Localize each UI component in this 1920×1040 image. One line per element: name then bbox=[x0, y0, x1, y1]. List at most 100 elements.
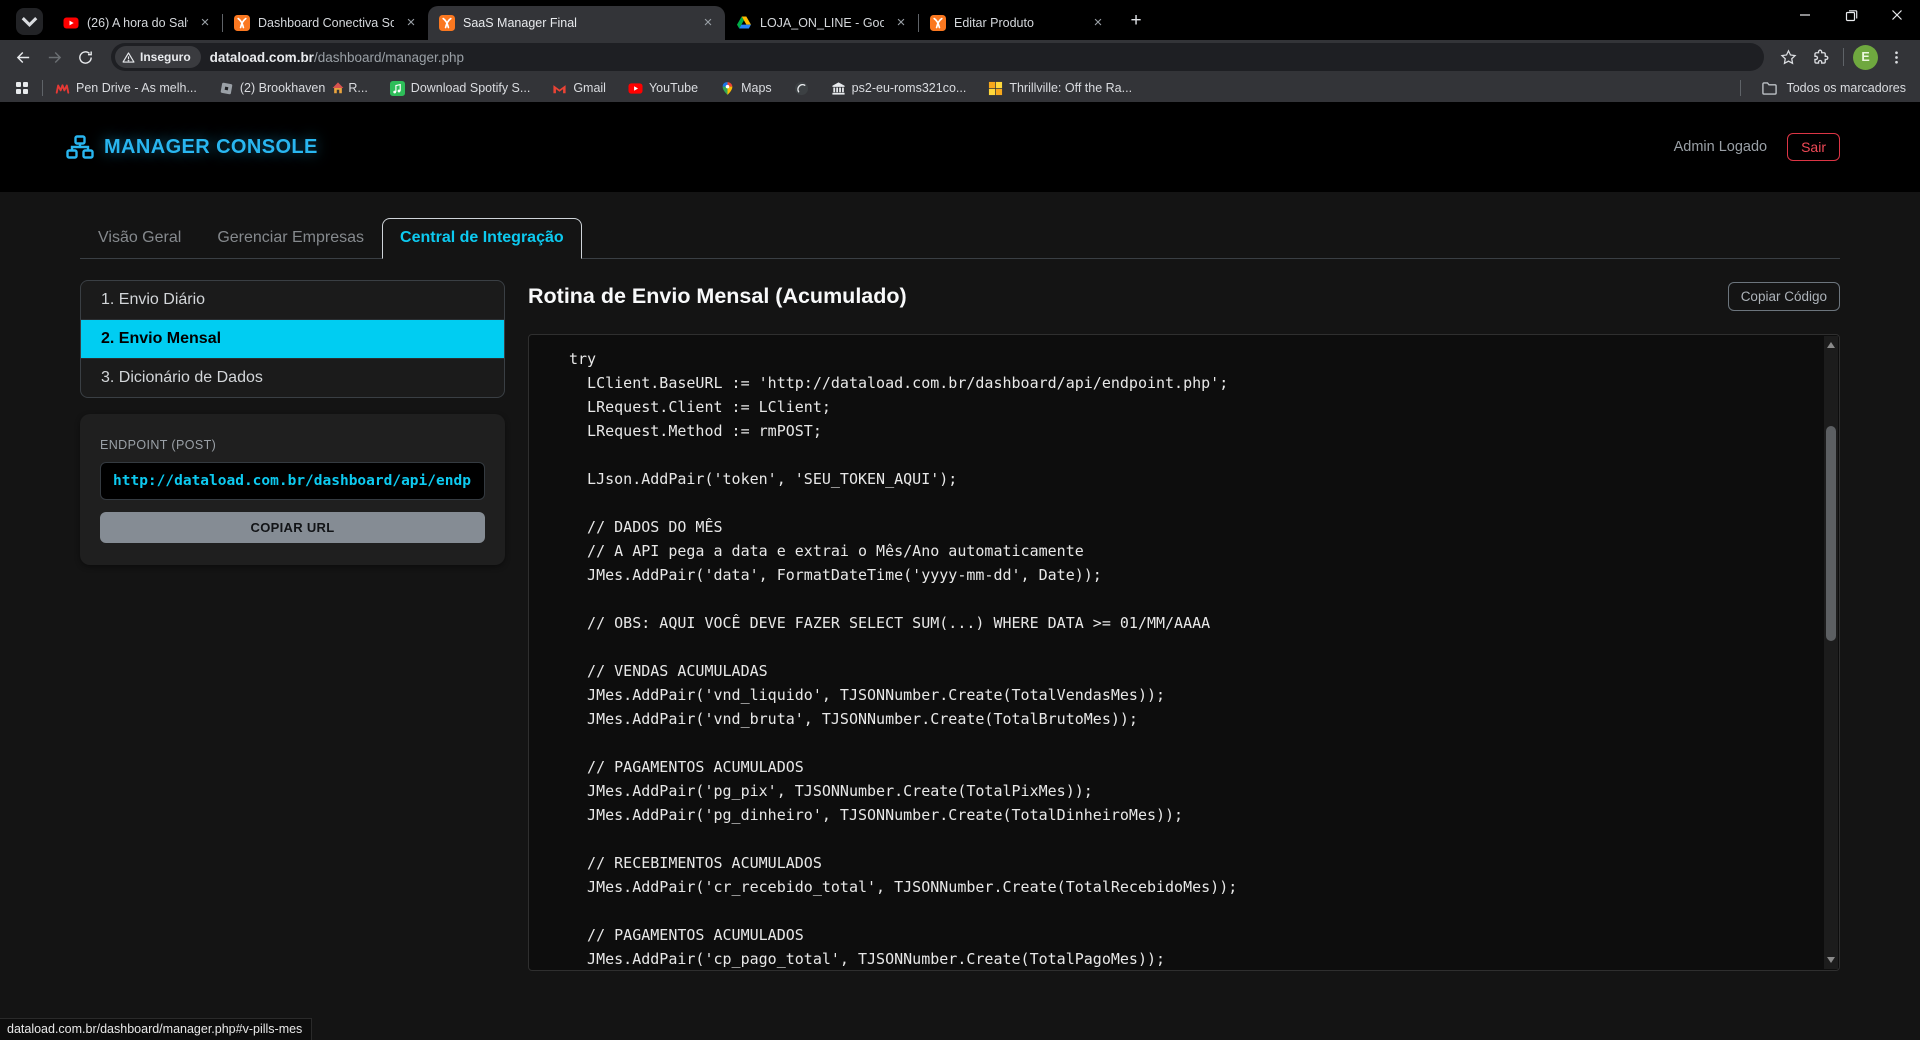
scrollbar-thumb[interactable] bbox=[1826, 426, 1836, 641]
kebab-menu-icon bbox=[1887, 48, 1906, 67]
xampp-icon bbox=[439, 15, 455, 31]
bookmark-item[interactable]: Thrillville: Off the Ra... bbox=[988, 81, 1132, 96]
back-button[interactable] bbox=[10, 44, 37, 71]
forward-button[interactable] bbox=[41, 44, 68, 71]
tab-central-integracao[interactable]: Central de Integração bbox=[382, 218, 582, 259]
restore-button[interactable] bbox=[1828, 0, 1874, 30]
house-icon bbox=[331, 81, 345, 95]
bookmark-item[interactable] bbox=[794, 81, 809, 96]
code-scrollbar[interactable] bbox=[1824, 336, 1838, 969]
close-icon bbox=[1891, 9, 1903, 21]
bookmark-label: Thrillville: Off the Ra... bbox=[1009, 81, 1132, 95]
page-content: MANAGER CONSOLE Admin Logado Sair Visão … bbox=[0, 102, 1920, 1040]
scroll-up-arrow-icon[interactable] bbox=[1824, 338, 1838, 352]
tab-title: Editar Produto bbox=[954, 16, 1081, 30]
bookmark-item[interactable]: Maps bbox=[720, 81, 772, 96]
tab-close-icon[interactable]: × bbox=[402, 14, 420, 32]
globe-icon bbox=[794, 81, 809, 96]
tab-close-icon[interactable]: × bbox=[892, 14, 910, 32]
tab-search-button[interactable] bbox=[16, 8, 43, 35]
minimize-button[interactable] bbox=[1782, 0, 1828, 30]
integration-menu: 1. Envio Diário2. Envio Mensal3. Dicioná… bbox=[80, 280, 505, 398]
window-controls bbox=[1782, 0, 1920, 30]
user-status: Admin Logado bbox=[1674, 139, 1768, 155]
bookmark-item[interactable]: Pen Drive - As melh... bbox=[55, 81, 197, 96]
browser-titlebar: (26) A hora do Salvador / Voz d×Dashboar… bbox=[0, 0, 1920, 40]
star-icon bbox=[1779, 48, 1798, 67]
code-block: try LClient.BaseURL := 'http://dataload.… bbox=[528, 334, 1840, 971]
tab-title: Dashboard Conectiva Software bbox=[258, 16, 394, 30]
scroll-down-arrow-icon[interactable] bbox=[1824, 953, 1838, 967]
puzzle-icon bbox=[1811, 48, 1830, 67]
maps-icon bbox=[720, 81, 735, 96]
tab-close-icon[interactable]: × bbox=[699, 14, 717, 32]
bookmark-label: (2) Brookhaven bbox=[240, 81, 325, 95]
browser-tab[interactable]: Dashboard Conectiva Software × bbox=[223, 6, 428, 40]
browser-tab[interactable]: Editar Produto × bbox=[919, 6, 1115, 40]
drive-icon bbox=[736, 15, 752, 31]
profile-avatar[interactable]: E bbox=[1853, 45, 1878, 70]
bookmark-item[interactable]: (2) Brookhaven R... bbox=[219, 81, 368, 96]
all-bookmarks[interactable]: Todos os marcadores bbox=[1740, 80, 1906, 97]
browser-tab[interactable]: SaaS Manager Final × bbox=[428, 6, 725, 40]
chevron-down-icon bbox=[16, 8, 43, 35]
gmail-icon bbox=[552, 81, 567, 96]
apps-grid-icon bbox=[14, 80, 30, 96]
address-bar[interactable]: Inseguro dataload.com.br/dashboard/manag… bbox=[111, 43, 1764, 71]
pendrive-m-icon bbox=[55, 81, 70, 96]
browser-menu-button[interactable] bbox=[1882, 43, 1910, 71]
security-label: Inseguro bbox=[140, 50, 191, 64]
spotify-note-icon bbox=[390, 81, 405, 96]
bookmark-star-button[interactable] bbox=[1774, 43, 1802, 71]
copy-url-button[interactable]: COPIAR URL bbox=[100, 512, 485, 543]
endpoint-label: ENDPOINT (POST) bbox=[100, 438, 485, 452]
bookmarks-divider bbox=[42, 80, 43, 96]
bookmark-label: Maps bbox=[741, 81, 772, 95]
all-bookmarks-label: Todos os marcadores bbox=[1786, 81, 1906, 95]
pill-item[interactable]: 3. Dicionário de Dados bbox=[81, 359, 504, 397]
bookmark-item[interactable]: Download Spotify S... bbox=[390, 81, 531, 96]
forward-arrow-icon bbox=[46, 49, 63, 66]
url-text: dataload.com.br/dashboard/manager.php bbox=[210, 50, 464, 65]
xampp-icon bbox=[930, 15, 946, 31]
bookmarks-divider bbox=[1740, 80, 1741, 96]
tab-close-icon[interactable]: × bbox=[1089, 14, 1107, 32]
minimize-icon bbox=[1799, 9, 1811, 21]
toolbar-divider bbox=[1843, 48, 1844, 66]
new-tab-button[interactable]: + bbox=[1122, 7, 1150, 35]
status-bar: dataload.com.br/dashboard/manager.php#v-… bbox=[0, 1018, 312, 1040]
reload-button[interactable] bbox=[72, 44, 99, 71]
restore-icon bbox=[1845, 9, 1858, 22]
tab-close-icon[interactable]: × bbox=[196, 14, 214, 32]
bookmark-label: Pen Drive - As melh... bbox=[76, 81, 197, 95]
bookmark-label-suffix: R... bbox=[348, 81, 367, 95]
copy-code-button[interactable]: Copiar Código bbox=[1728, 282, 1840, 311]
warning-icon bbox=[122, 51, 135, 64]
browser-tab[interactable]: LOJA_ON_LINE - Google Drive× bbox=[725, 6, 918, 40]
app-brand[interactable]: MANAGER CONSOLE bbox=[66, 135, 318, 159]
browser-tab[interactable]: (26) A hora do Salvador / Voz d× bbox=[52, 6, 222, 40]
security-chip[interactable]: Inseguro bbox=[115, 46, 201, 68]
tab-gerenciar-empresas[interactable]: Gerenciar Empresas bbox=[199, 218, 382, 259]
endpoint-input[interactable] bbox=[100, 462, 485, 500]
bookmark-item[interactable]: Gmail bbox=[552, 81, 606, 96]
back-arrow-icon bbox=[15, 49, 32, 66]
bookmark-label: Download Spotify S... bbox=[411, 81, 531, 95]
tiles-icon bbox=[988, 81, 1003, 96]
tab-visao-geral[interactable]: Visão Geral bbox=[80, 218, 199, 259]
tab-title: SaaS Manager Final bbox=[463, 16, 691, 30]
browser-toolbar: Inseguro dataload.com.br/dashboard/manag… bbox=[0, 40, 1920, 74]
close-window-button[interactable] bbox=[1874, 0, 1920, 30]
app-header: MANAGER CONSOLE Admin Logado Sair bbox=[0, 102, 1920, 192]
reload-icon bbox=[77, 49, 94, 66]
logout-button[interactable]: Sair bbox=[1787, 133, 1840, 161]
bookmark-label: Gmail bbox=[573, 81, 606, 95]
pill-item[interactable]: 2. Envio Mensal bbox=[81, 320, 504, 359]
endpoint-card: ENDPOINT (POST) COPIAR URL bbox=[80, 414, 505, 565]
bookmark-item[interactable]: YouTube bbox=[628, 81, 698, 96]
panel-title: Rotina de Envio Mensal (Acumulado) bbox=[528, 284, 907, 309]
extensions-button[interactable] bbox=[1806, 43, 1834, 71]
apps-grid-button[interactable] bbox=[14, 80, 30, 96]
bookmark-item[interactable]: ps2-eu-roms321co... bbox=[831, 81, 967, 96]
pill-item[interactable]: 1. Envio Diário bbox=[81, 281, 504, 320]
